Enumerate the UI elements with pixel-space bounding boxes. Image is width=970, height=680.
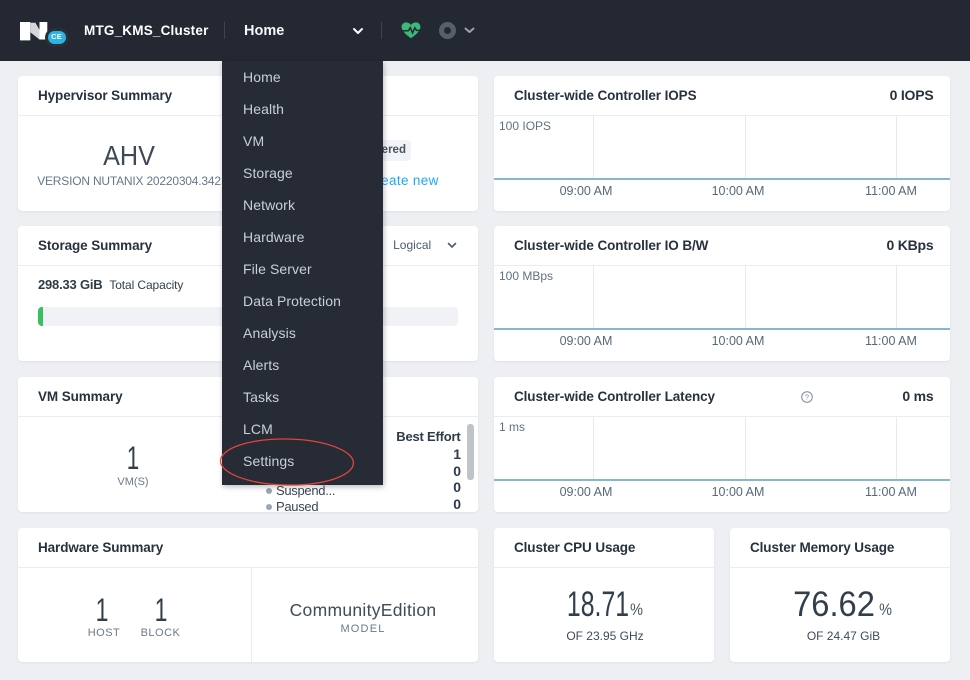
- svg-text:?: ?: [805, 393, 809, 402]
